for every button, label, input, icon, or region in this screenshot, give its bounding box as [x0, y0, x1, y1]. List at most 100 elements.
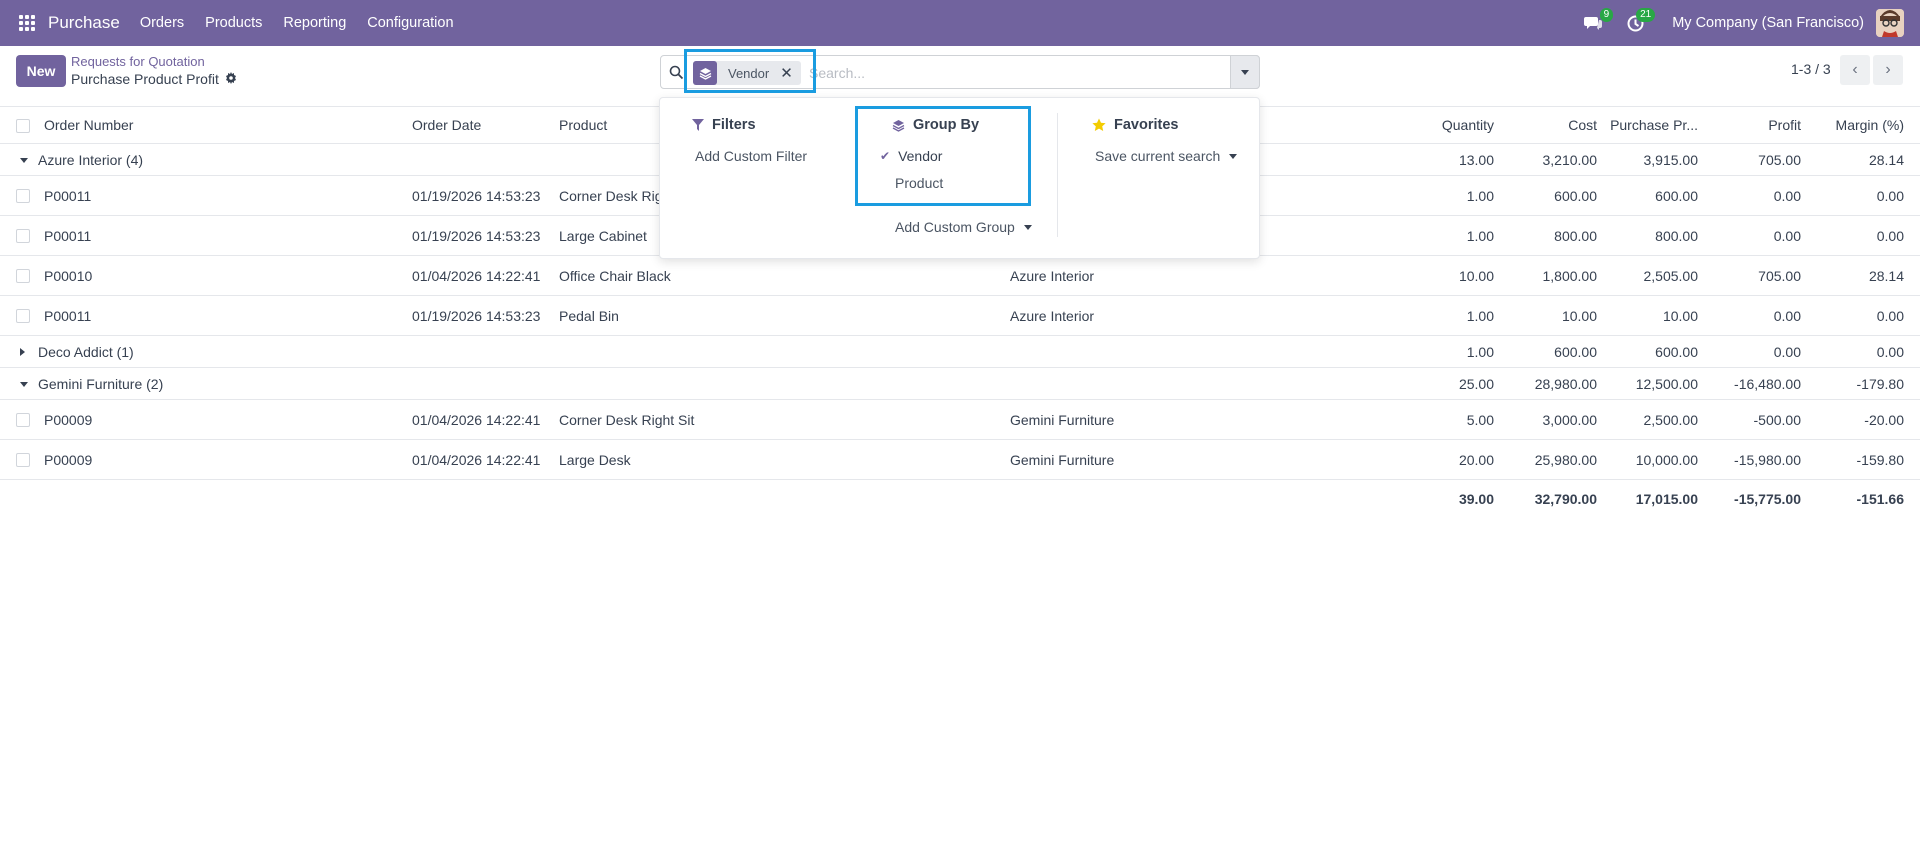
column-margin[interactable]: Margin (%)	[1806, 107, 1904, 143]
column-order-date[interactable]: Order Date	[412, 107, 481, 143]
chevron-right-icon: ›	[1885, 61, 1891, 78]
breadcrumb-parent[interactable]: Requests for Quotation	[71, 54, 205, 69]
column-product[interactable]: Product	[559, 107, 607, 143]
menu-configuration[interactable]: Configuration	[367, 15, 453, 31]
cell-margin: -179.80	[1856, 375, 1904, 392]
cell-vendor: Azure Interior	[1010, 307, 1095, 324]
gear-icon[interactable]	[225, 71, 237, 87]
cell-order-number: P00010	[44, 267, 93, 284]
cell-purchase-price: 10,000.00	[1635, 451, 1698, 468]
cell-margin: 0.00	[1876, 227, 1904, 244]
cell-profit: -16,480.00	[1734, 375, 1801, 392]
company-switcher[interactable]: My Company (San Francisco)	[1672, 15, 1864, 31]
cell-quantity: 1.00	[1466, 187, 1494, 204]
cell-margin: 0.00	[1876, 187, 1904, 204]
caret-down-icon	[1229, 153, 1238, 159]
row-checkbox[interactable]	[16, 413, 30, 427]
caret-down-icon	[1241, 69, 1249, 75]
messages-button[interactable]: 9	[1582, 8, 1614, 34]
favorites-title: Favorites	[1114, 117, 1179, 133]
cell-profit: -15,775.00	[1734, 491, 1801, 507]
cell-product: Large Desk	[559, 451, 631, 468]
cell-margin: -159.80	[1856, 451, 1904, 468]
cell-cost: 1,800.00	[1542, 267, 1598, 284]
column-order-number[interactable]: Order Number	[44, 107, 133, 143]
cell-quantity: 1.00	[1466, 307, 1494, 324]
cell-profit: -15,980.00	[1734, 451, 1801, 468]
activities-badge: 21	[1636, 8, 1656, 22]
cell-margin: 28.14	[1868, 267, 1904, 284]
cell-quantity: 13.00	[1458, 151, 1494, 168]
pager-next-button[interactable]: ›	[1873, 55, 1903, 85]
menu-reporting[interactable]: Reporting	[283, 15, 346, 31]
save-current-search[interactable]: Save current search	[1095, 148, 1238, 164]
filters-header: Filters	[692, 117, 756, 133]
search-input[interactable]	[809, 62, 1169, 84]
cell-purchase-price: 800.00	[1655, 227, 1698, 244]
table-row[interactable]: P00009 01/04/2026 14:22:41 Large Desk Gemin…	[0, 440, 1920, 480]
cell-cost: 25,980.00	[1534, 451, 1597, 468]
select-all-checkbox[interactable]	[16, 119, 30, 133]
cell-product: Office Chair Black	[559, 267, 671, 284]
favorites-header: Favorites	[1092, 117, 1178, 133]
cell-order-number: P00011	[44, 307, 92, 324]
totals-row: 39.00 32,790.00 17,015.00 -15,775.00 -151.66	[0, 480, 1920, 518]
group-row[interactable]: Gemini Furniture (2) 25.00 28,980.00 12,500…	[0, 368, 1920, 400]
cell-profit: 705.00	[1758, 267, 1801, 284]
cell-profit: 0.00	[1773, 227, 1801, 244]
table-row[interactable]: P00011 01/19/2026 14:53:23 Pedal Bin Azure …	[0, 296, 1920, 336]
user-avatar[interactable]	[1876, 9, 1904, 37]
cell-order-date: 01/04/2026 14:22:41	[412, 267, 541, 284]
add-custom-filter[interactable]: Add Custom Filter	[695, 148, 807, 164]
pager-value[interactable]: 1-3 / 3	[1791, 61, 1831, 77]
column-purchase-price[interactable]: Purchase Pr...	[1600, 107, 1698, 143]
column-profit[interactable]: Profit	[1700, 107, 1801, 143]
group-row[interactable]: Deco Addict (1) 1.00 600.00 600.00 0.00 0.00	[0, 336, 1920, 368]
cell-order-number: P00009	[44, 411, 93, 428]
cell-order-date: 01/19/2026 14:53:23	[412, 307, 541, 324]
table-row[interactable]: P00010 01/04/2026 14:22:41 Office Chair Bl…	[0, 256, 1920, 296]
table-row[interactable]: P00009 01/04/2026 14:22:41 Corner Desk Rig…	[0, 400, 1920, 440]
caret-down-icon	[20, 158, 28, 163]
apps-menu-icon[interactable]	[18, 14, 36, 32]
page-title: Purchase Product Profit	[71, 71, 219, 87]
menu-orders[interactable]: Orders	[140, 15, 184, 31]
search-icon[interactable]	[669, 65, 685, 81]
cell-cost: 32,790.00	[1534, 491, 1597, 507]
cell-purchase-price: 2,500.00	[1643, 411, 1699, 428]
cell-vendor: Azure Interior	[1010, 267, 1095, 284]
app-brand[interactable]: Purchase	[48, 13, 120, 33]
cell-order-number: P00009	[44, 451, 93, 468]
row-checkbox[interactable]	[16, 189, 30, 203]
breadcrumb-current: Purchase Product Profit	[71, 71, 237, 87]
add-custom-group[interactable]: Add Custom Group	[895, 219, 1032, 235]
cell-purchase-price: 600.00	[1655, 187, 1698, 204]
row-checkbox[interactable]	[16, 269, 30, 283]
cell-product: Large Cabinet	[559, 227, 647, 244]
pager-previous-button[interactable]: ‹	[1840, 55, 1870, 85]
row-checkbox[interactable]	[16, 229, 30, 243]
cell-profit: 0.00	[1773, 187, 1801, 204]
filter-icon	[692, 119, 704, 131]
column-quantity[interactable]: Quantity	[1370, 107, 1494, 143]
new-button[interactable]: New	[16, 55, 66, 87]
cell-profit: 705.00	[1758, 151, 1801, 168]
row-checkbox[interactable]	[16, 309, 30, 323]
row-checkbox[interactable]	[16, 453, 30, 467]
cell-profit: -500.00	[1753, 411, 1801, 428]
cell-quantity: 1.00	[1466, 343, 1494, 360]
cell-cost: 3,210.00	[1542, 151, 1598, 168]
caret-down-icon	[1023, 224, 1032, 230]
cell-product: Corner Desk Right Sit	[559, 411, 695, 428]
cell-profit: 0.00	[1773, 307, 1801, 324]
activities-button[interactable]: 21	[1624, 8, 1656, 34]
add-custom-group-label: Add Custom Group	[895, 219, 1015, 235]
highlight-facet	[684, 49, 816, 93]
search-options-toggle[interactable]	[1230, 55, 1260, 89]
filters-title: Filters	[712, 117, 756, 133]
column-cost[interactable]: Cost	[1500, 107, 1597, 143]
cell-order-date: 01/19/2026 14:53:23	[412, 227, 541, 244]
group-label: Gemini Furniture (2)	[38, 375, 164, 392]
cell-margin: -20.00	[1864, 411, 1904, 428]
menu-products[interactable]: Products	[205, 15, 262, 31]
